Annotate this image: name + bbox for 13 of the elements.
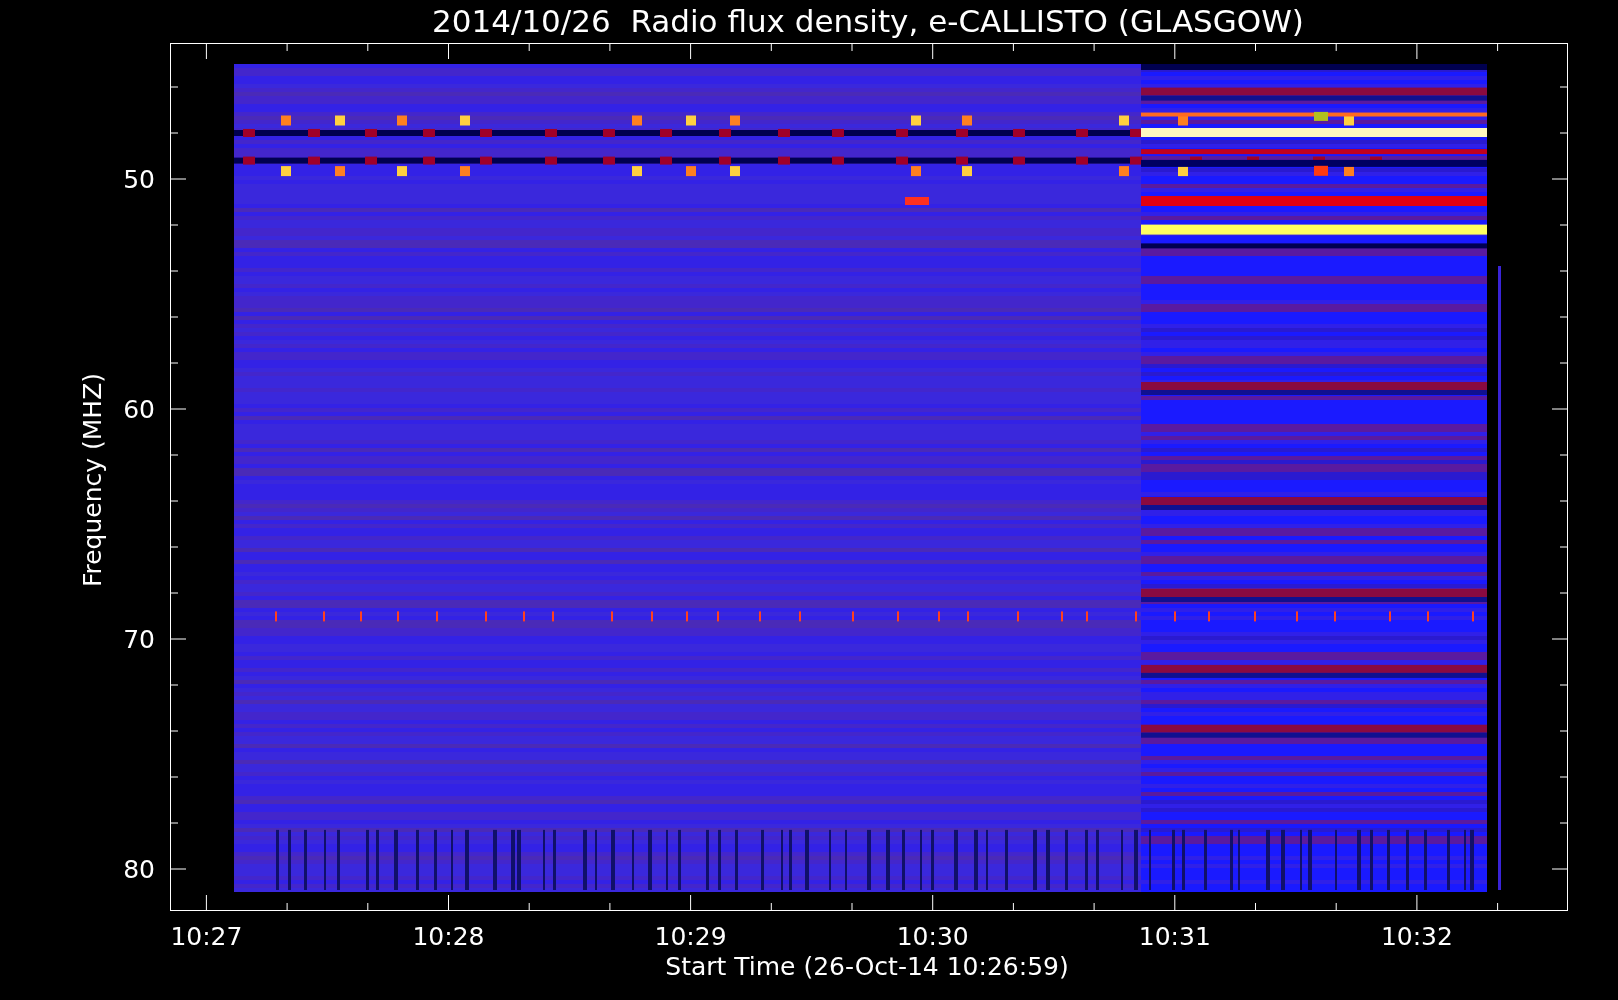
y-tick-label: 80 xyxy=(123,855,155,884)
plot-title: 2014/10/26 Radio flux density, e-CALLISTO (GLASGOW) xyxy=(432,3,1304,39)
y-axis-label: Frequency (MHZ) xyxy=(78,372,107,588)
x-tick-label: 10:31 xyxy=(1138,922,1211,951)
x-tick-label: 10:29 xyxy=(654,922,727,951)
x-tick-label: 10:28 xyxy=(412,922,485,951)
x-tick-label: 10:32 xyxy=(1380,922,1453,951)
x-tick-label: 10:27 xyxy=(170,922,243,951)
y-tick-label: 50 xyxy=(123,165,155,194)
y-tick-label: 60 xyxy=(123,395,155,424)
y-tick-label: 70 xyxy=(123,625,155,654)
x-axis-label: Start Time (26-Oct-14 10:26:59) xyxy=(665,952,1069,981)
x-tick-label: 10:30 xyxy=(896,922,969,951)
